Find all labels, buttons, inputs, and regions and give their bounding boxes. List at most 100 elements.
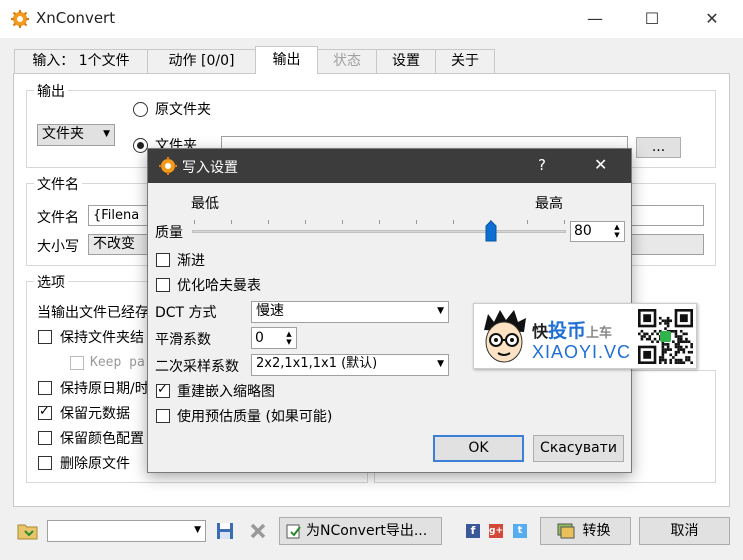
tab-actions[interactable]: 动作 [0/0] <box>147 49 256 73</box>
facebook-icon[interactable]: f <box>466 524 480 538</box>
dct-value: 慢速 <box>256 303 284 319</box>
google-plus-icon[interactable]: g+ <box>489 524 503 538</box>
convert-button[interactable]: 转换 <box>540 517 631 545</box>
keep-path-checkbox <box>70 356 84 370</box>
slider-tick <box>342 220 343 224</box>
window-title: XnConvert <box>36 9 116 27</box>
export-nconvert-button[interactable]: 为NConvert导出... <box>279 517 442 545</box>
ok-button[interactable]: OK <box>433 435 524 462</box>
keep-color-profile-checkbox[interactable] <box>38 431 52 445</box>
chevron-down-icon: ▼ <box>437 359 444 369</box>
delete-icon[interactable] <box>249 522 267 540</box>
smooth-spinbox[interactable]: 0 ▲ ▼ <box>251 327 297 349</box>
close-window-button[interactable]: ✕ <box>692 4 732 34</box>
cartoon-face-logo <box>484 310 526 363</box>
progressive-label: 渐进 <box>177 253 205 269</box>
watermark-text-3: 上车 <box>586 326 613 341</box>
help-button[interactable]: ? <box>538 156 546 174</box>
slider-thumb[interactable] <box>485 220 497 242</box>
title-bar: XnConvert — ☐ ✕ <box>0 0 743 38</box>
destination-type-select[interactable]: 文件夹 ▼ <box>37 124 115 146</box>
keep-date-label: 保持原日期/时 <box>60 381 149 397</box>
slider-tick <box>416 220 417 224</box>
delete-original-checkbox[interactable] <box>38 456 52 470</box>
filename-group-label: 文件名 <box>34 174 82 194</box>
minimize-button[interactable]: — <box>575 4 615 34</box>
tab-output[interactable]: 输出 <box>255 46 318 74</box>
progressive-checkbox[interactable] <box>156 253 170 267</box>
if-exists-label: 当输出文件已经存 <box>37 305 149 321</box>
cancel-dialog-button[interactable]: Скасувати <box>533 435 624 462</box>
optimize-huffman-label: 优化哈夫曼表 <box>177 278 261 294</box>
slider-min-label: 最低 <box>191 196 219 212</box>
tab-status: 状态 <box>317 49 377 73</box>
dialog-title-bar: 写入设置 ? ✕ <box>148 149 631 183</box>
folder-open-icon[interactable] <box>17 521 39 541</box>
filename-label: 文件名 <box>37 210 79 226</box>
convert-icon <box>557 523 575 539</box>
watermark-banner: 快投币上车 XIAOYI.VC <box>473 303 697 369</box>
options-group-label: 选项 <box>34 272 68 292</box>
case-value: 不改变 <box>93 236 135 252</box>
spin-arrows-icon[interactable]: ▲ ▼ <box>611 223 623 239</box>
watermark-text-2: 投币 <box>548 320 587 342</box>
chevron-down-icon: ▼ <box>103 129 110 139</box>
optimize-huffman-checkbox[interactable] <box>156 278 170 292</box>
quality-value: 80 <box>574 223 592 239</box>
output-group-label: 输出 <box>34 81 68 101</box>
destination-type-value: 文件夹 <box>42 126 84 142</box>
chevron-down-icon: ▼ <box>437 306 444 316</box>
quality-spinbox[interactable]: 80 ▲ ▼ <box>570 221 625 242</box>
slider-track <box>192 230 566 233</box>
save-icon[interactable] <box>216 522 234 540</box>
export-nconvert-label: 为NConvert导出... <box>306 523 428 539</box>
subsampling-value: 2x2,1x1,1x1 (默认) <box>256 356 378 371</box>
watermark-slogan: 快投币上车 <box>532 316 612 343</box>
dct-select[interactable]: 慢速 ▼ <box>251 301 449 323</box>
delete-original-label: 删除原文件 <box>60 456 130 472</box>
tab-settings[interactable]: 设置 <box>376 49 436 73</box>
keep-metadata-label: 保留元数据 <box>60 406 130 422</box>
keep-folder-structure-checkbox[interactable] <box>38 330 52 344</box>
preset-select[interactable]: ▼ <box>47 520 206 542</box>
smooth-label: 平滑系数 <box>155 332 211 348</box>
spin-arrows-icon[interactable]: ▲ ▼ <box>283 330 295 346</box>
chevron-down-icon: ▼ <box>194 525 201 535</box>
slider-tick <box>268 220 269 224</box>
convert-label: 转换 <box>582 523 611 539</box>
tab-about[interactable]: 关于 <box>435 49 495 73</box>
slider-max-label: 最高 <box>535 196 563 212</box>
keep-date-checkbox[interactable] <box>38 381 52 395</box>
subsampling-label: 二次采样系数 <box>155 359 239 375</box>
radio-folder[interactable] <box>133 138 148 153</box>
tab-input[interactable]: 输入： 1个文件 <box>14 49 148 73</box>
dct-label: DCT 方式 <box>155 305 217 321</box>
estimate-quality-checkbox[interactable] <box>156 409 170 423</box>
quality-slider[interactable] <box>192 219 566 243</box>
slider-tick <box>453 220 454 224</box>
rebuild-thumbnail-checkbox[interactable] <box>156 382 170 398</box>
dialog-close-button[interactable]: ✕ <box>594 155 607 174</box>
qr-code-icon <box>638 309 693 364</box>
smooth-value: 0 <box>255 330 264 346</box>
maximize-button[interactable]: ☐ <box>632 4 672 34</box>
browse-button[interactable]: ... <box>636 137 681 158</box>
keep-metadata-checkbox[interactable] <box>38 404 52 420</box>
subsampling-select[interactable]: 2x2,1x1,1x1 (默认) ▼ <box>251 354 449 376</box>
slider-tick <box>527 220 528 224</box>
keep-folder-structure-label: 保持文件夹结 <box>60 330 144 346</box>
xnconvert-logo-icon <box>159 157 177 175</box>
slider-tick <box>305 220 306 224</box>
quality-label: 质量 <box>155 225 183 241</box>
slider-tick <box>379 220 380 224</box>
watermark-domain: XIAOYI.VC <box>532 342 632 362</box>
slider-tick <box>194 220 195 224</box>
rebuild-thumbnail-label: 重建嵌入缩略图 <box>177 384 275 400</box>
radio-original-folder[interactable] <box>133 102 148 117</box>
cancel-main-button[interactable]: 取消 <box>639 517 730 545</box>
twitter-icon[interactable]: t <box>513 524 527 538</box>
export-icon <box>286 524 301 539</box>
slider-tick <box>231 220 232 224</box>
xnconvert-logo-icon <box>11 10 29 28</box>
watermark-text-1: 快 <box>532 322 549 341</box>
